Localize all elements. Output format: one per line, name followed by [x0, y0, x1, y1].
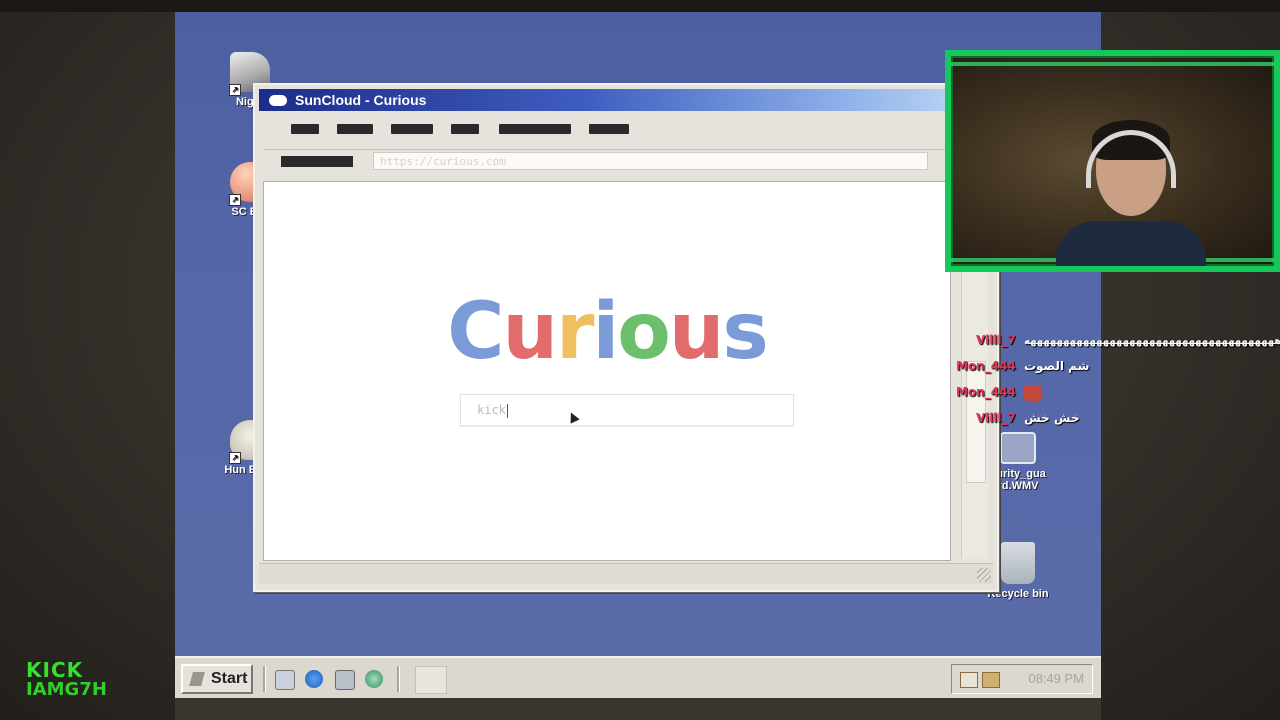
- taskbar-task-suncloud[interactable]: [415, 666, 447, 694]
- chat-text: شم الصوت: [1023, 359, 1090, 373]
- streamer: [1056, 120, 1206, 266]
- start-logo-icon: [189, 672, 205, 686]
- kick-brand: KICK: [26, 658, 84, 682]
- menu-item[interactable]: [589, 124, 629, 134]
- logo-letter: u: [668, 287, 725, 377]
- taskbar: Start 08:49 PM: [175, 656, 1101, 698]
- logo-letter: C: [447, 287, 504, 377]
- streamer-shirt: [1056, 221, 1206, 266]
- system-tray: 08:49 PM: [951, 664, 1093, 694]
- resize-grip-icon[interactable]: [977, 568, 991, 582]
- start-label: Start: [211, 670, 248, 687]
- clock: 08:49 PM: [1028, 671, 1084, 686]
- chat-overlay: Villl_7 هههههههههههههههههههههههههههههههه…: [952, 330, 1280, 434]
- menu-item[interactable]: [337, 124, 373, 134]
- globe-icon[interactable]: [365, 670, 383, 688]
- title-bar[interactable]: SunCloud - Curious ×: [259, 89, 993, 113]
- video-file-icon: [1000, 432, 1036, 464]
- emote-icon: [1023, 384, 1042, 401]
- folder-icon[interactable]: [982, 672, 1000, 688]
- monitor-bezel: [0, 0, 1280, 12]
- chat-username: Villl_7: [976, 333, 1016, 347]
- status-bar: [259, 563, 993, 584]
- chat-message: Villl_7 هههههههههههههههههههههههههههههههه…: [952, 330, 1280, 356]
- browser-window: SunCloud - Curious × https://curious.com…: [253, 83, 999, 592]
- search-input[interactable]: kick: [460, 394, 794, 426]
- tray-app-icon[interactable]: [960, 672, 978, 688]
- menu-bar: [263, 119, 989, 139]
- url-input[interactable]: https://curious.com: [373, 152, 928, 170]
- kick-logo: KICK IAMG7H: [26, 660, 107, 700]
- start-button[interactable]: Start: [181, 664, 253, 694]
- chat-username: Mon_444: [956, 359, 1016, 373]
- menu-item[interactable]: [291, 124, 319, 134]
- address-bar: https://curious.com: [263, 149, 989, 174]
- shortcut-arrow-icon: ↗: [229, 84, 241, 96]
- menu-item[interactable]: [499, 124, 571, 134]
- glitch-line: [951, 62, 1274, 66]
- logo-letter: r: [556, 287, 594, 377]
- chat-text: خش خش: [1024, 411, 1080, 425]
- shortcut-arrow-icon: ↗: [229, 194, 241, 206]
- channel-name: IAMG7H: [26, 679, 107, 700]
- search-value: kick: [477, 403, 506, 417]
- internet-explorer-icon[interactable]: [305, 670, 323, 688]
- logo-letter: u: [502, 287, 558, 377]
- chat-text: ههههههههههههههههههههههههههههههههههههههه: [1024, 336, 1280, 347]
- taskbar-separator: [397, 666, 400, 692]
- webcam-overlay: [945, 50, 1280, 272]
- checklist-icon[interactable]: [275, 670, 295, 690]
- logo-letter: i: [592, 287, 619, 377]
- window-title: SunCloud - Curious: [295, 92, 427, 108]
- monitor-bezel-bottom: [175, 698, 1101, 720]
- page-content: Curious kick: [263, 181, 951, 561]
- chat-message: Villl_7 خش خش: [952, 408, 1280, 434]
- logo-letter: s: [722, 287, 768, 377]
- address-label: [281, 156, 353, 167]
- cloud-app-icon: [269, 95, 287, 106]
- curious-logo: Curious: [264, 292, 950, 372]
- chat-username: Villl_7: [976, 411, 1016, 425]
- chat-message: Mon_444: [952, 382, 1280, 408]
- logo-letter: o: [617, 287, 671, 377]
- taskbar-separator: [263, 666, 266, 692]
- chat-username: Mon_444: [956, 385, 1016, 399]
- recycle-bin-icon: [1001, 542, 1035, 584]
- menu-item[interactable]: [391, 124, 433, 134]
- network-icon[interactable]: [335, 670, 355, 690]
- shortcut-arrow-icon: ↗: [229, 452, 241, 464]
- menu-item[interactable]: [451, 124, 479, 134]
- text-caret: [506, 403, 508, 418]
- chat-message: Mon_444 شم الصوت: [952, 356, 1280, 382]
